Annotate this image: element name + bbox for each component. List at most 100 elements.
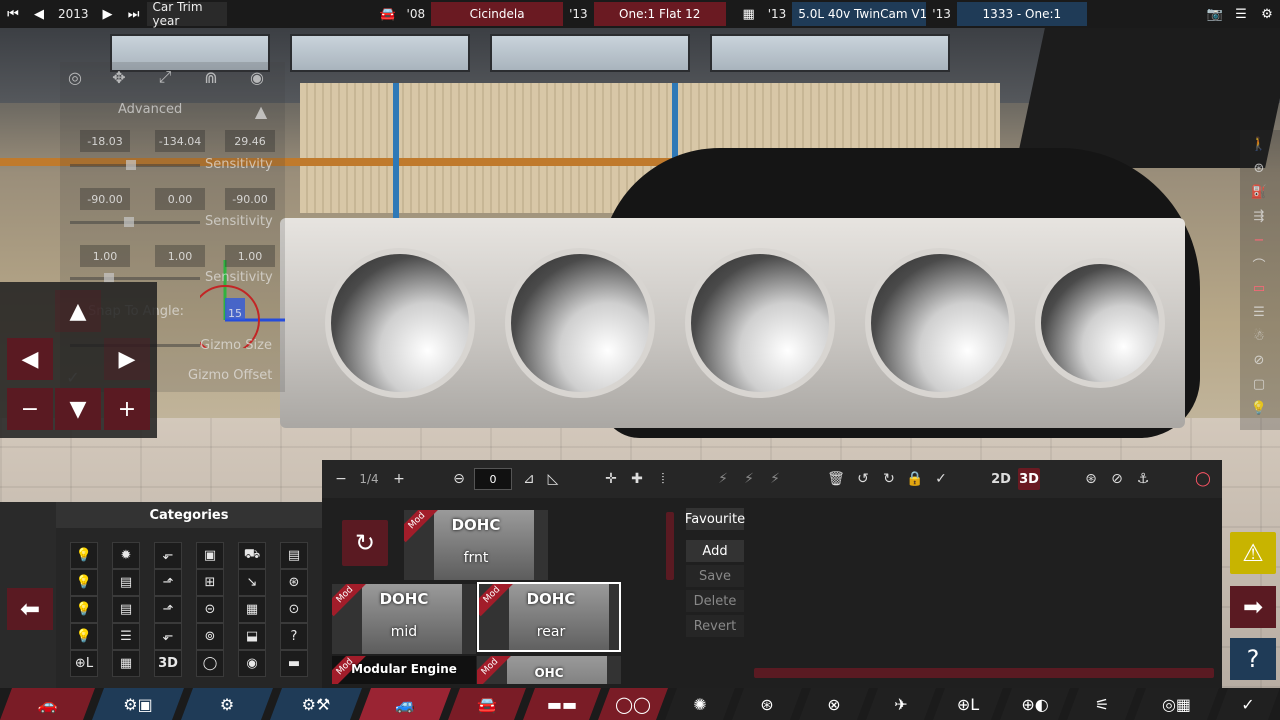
count-field[interactable]: 0 — [474, 468, 512, 490]
category-cell[interactable]: ▦ — [112, 650, 140, 677]
category-cell[interactable]: 💡 — [70, 596, 98, 623]
category-cell[interactable]: ⬐ — [154, 542, 182, 569]
view-2d-button[interactable]: 2D — [990, 468, 1012, 490]
nav-finish-check-icon[interactable]: ✓ — [1216, 688, 1280, 720]
square-icon[interactable]: ▢ — [1248, 374, 1270, 394]
nav-chassis-icon[interactable]: 🚘 — [448, 688, 526, 720]
category-cell[interactable]: ☰ — [112, 623, 140, 650]
snap-magnet-icon[interactable]: ⋒ — [198, 64, 224, 90]
category-cell[interactable]: ✹ — [112, 542, 140, 569]
wheel-b-icon[interactable]: ⊘ — [1106, 468, 1128, 490]
category-cell[interactable]: ▣ — [196, 542, 224, 569]
confirm-icon[interactable]: ✓ — [930, 468, 952, 490]
add-button[interactable]: Add — [686, 540, 744, 562]
scale-sensitivity-slider[interactable] — [70, 277, 200, 280]
body-name-field[interactable]: Cicindela — [431, 2, 564, 26]
trim-name-field[interactable]: 1333 - One:1 — [956, 2, 1087, 26]
car-body-icon[interactable]: 🚘 — [375, 0, 401, 28]
category-cell[interactable]: ⛟ — [238, 542, 266, 569]
part-tile[interactable]: Mod Modular Engine — [332, 656, 476, 684]
slider-knob[interactable] — [124, 217, 134, 227]
category-cell[interactable]: 💡 — [70, 623, 98, 650]
nav-steering-icon[interactable]: ⊕L — [933, 688, 1003, 720]
hook-icon[interactable]: ⚓ — [1132, 468, 1154, 490]
position-x-field[interactable]: -18.03 — [80, 130, 130, 152]
category-cell[interactable]: 💡 — [70, 542, 98, 569]
back-arrow-icon[interactable]: ⬅ — [7, 588, 53, 630]
view-3d-button[interactable]: 3D — [1018, 468, 1040, 490]
category-cell[interactable]: ⊚ — [196, 623, 224, 650]
wheel-a-icon[interactable]: ⊛ — [1080, 468, 1102, 490]
nav-testing-icon[interactable]: ◎▦ — [1134, 688, 1219, 720]
scale-z-field[interactable]: 1.00 — [225, 245, 275, 267]
nav-engine-family-icon[interactable]: ⚙▣ — [92, 688, 184, 720]
minus-icon[interactable]: − — [1248, 230, 1270, 250]
nav-aero-icon[interactable]: ✈ — [866, 688, 936, 720]
category-cell[interactable]: ⬏ — [154, 596, 182, 623]
nudge-right-icon[interactable]: ▶ — [104, 338, 150, 380]
parts-horizontal-scrollbar[interactable] — [754, 668, 1214, 678]
forward-arrow-icon[interactable]: ➡ — [1230, 586, 1276, 628]
category-cell[interactable]: 💡 — [70, 569, 98, 596]
category-cell[interactable]: ▤ — [280, 542, 308, 569]
rotation-x-field[interactable]: -90.00 — [80, 188, 130, 210]
nav-suspension-icon[interactable]: ⊗ — [799, 688, 869, 720]
page-next-icon[interactable]: + — [388, 468, 410, 490]
parts-scrollbar[interactable] — [666, 512, 674, 580]
variant-name-field[interactable]: 5.0L 40v TwinCam V10( — [792, 2, 927, 26]
category-cell[interactable]: ▤ — [112, 596, 140, 623]
category-cell[interactable]: ⬓ — [238, 623, 266, 650]
category-cell[interactable]: ⊞ — [196, 569, 224, 596]
nav-brakes-icon[interactable]: ⊕◐ — [1000, 688, 1070, 720]
scale-y-field[interactable]: 1.00 — [155, 245, 205, 267]
position-y-field[interactable]: -134.04 — [155, 130, 205, 152]
rotation-z-field[interactable]: -90.00 — [225, 188, 275, 210]
help-icon[interactable]: ? — [1230, 638, 1276, 680]
engine-variant-icon[interactable]: ▦ — [736, 0, 762, 28]
first-year-icon[interactable]: ⏮ — [0, 0, 26, 28]
menu-icon[interactable]: ☰ — [1228, 0, 1254, 28]
part-tile[interactable]: Mod DOHC mid — [332, 584, 476, 654]
nav-engine-tune-icon[interactable]: ⚙⚒ — [270, 688, 362, 720]
settings-icon[interactable]: ⚙ — [1254, 0, 1280, 28]
sort-a-icon[interactable]: ⚡ — [712, 468, 734, 490]
warning-icon[interactable]: ⚠ — [1230, 532, 1276, 574]
lock-icon[interactable]: 🔒 — [904, 468, 926, 490]
globe-icon[interactable]: ◎ — [62, 64, 88, 90]
nav-gears-icon[interactable]: ✺ — [665, 688, 735, 720]
move-vertical-icon[interactable]: ✛ — [600, 468, 622, 490]
category-cell[interactable]: 3D — [154, 650, 182, 677]
lip-icon[interactable]: ⌒ — [1248, 254, 1270, 274]
category-cell[interactable]: ⊝ — [196, 596, 224, 623]
bulb-icon[interactable]: 💡 — [1248, 398, 1270, 418]
grille-icon[interactable]: ☰ — [1248, 302, 1270, 322]
zoom-out-icon[interactable]: − — [7, 388, 53, 430]
sort-b-icon[interactable]: ⚡ — [738, 468, 760, 490]
position-z-field[interactable]: 29.46 — [225, 130, 275, 152]
last-year-icon[interactable]: ⏭ — [121, 0, 147, 28]
category-cell[interactable]: ▤ — [112, 569, 140, 596]
figure-icon[interactable]: ☃ — [1248, 326, 1270, 346]
skirt-icon[interactable]: ▭ — [1248, 278, 1270, 298]
category-cell[interactable]: ↘ — [238, 569, 266, 596]
revert-button[interactable]: Revert — [686, 615, 744, 637]
slider-knob[interactable] — [126, 160, 136, 170]
nav-interior-icon[interactable]: ⚟ — [1067, 688, 1137, 720]
page-prev-icon[interactable]: − — [330, 468, 352, 490]
move-horizontal-icon[interactable]: ✚ — [626, 468, 648, 490]
next-year-icon[interactable]: ▶ — [95, 0, 121, 28]
nudge-down-icon[interactable]: ▼ — [55, 388, 101, 430]
category-cell[interactable]: ◉ — [238, 650, 266, 677]
category-cell[interactable]: ▬ — [280, 650, 308, 677]
rotate-left-icon[interactable]: ↺ — [852, 468, 874, 490]
skew-left-icon[interactable]: ⊿ — [518, 468, 540, 490]
nav-body-icon[interactable]: ◯◯ — [598, 688, 668, 720]
category-cell[interactable]: ▦ — [238, 596, 266, 623]
person-icon[interactable]: 🚶 — [1248, 134, 1270, 154]
part-tile[interactable]: Mod OHC — [477, 656, 621, 684]
part-tile-selected[interactable]: Mod DOHC rear — [477, 582, 621, 652]
move-icon[interactable]: ✥ — [106, 64, 132, 90]
scale-x-field[interactable]: 1.00 — [80, 245, 130, 267]
engine-family-field[interactable]: One:1 Flat 12 — [593, 2, 726, 26]
spray-icon[interactable]: ⛽ — [1248, 182, 1270, 202]
